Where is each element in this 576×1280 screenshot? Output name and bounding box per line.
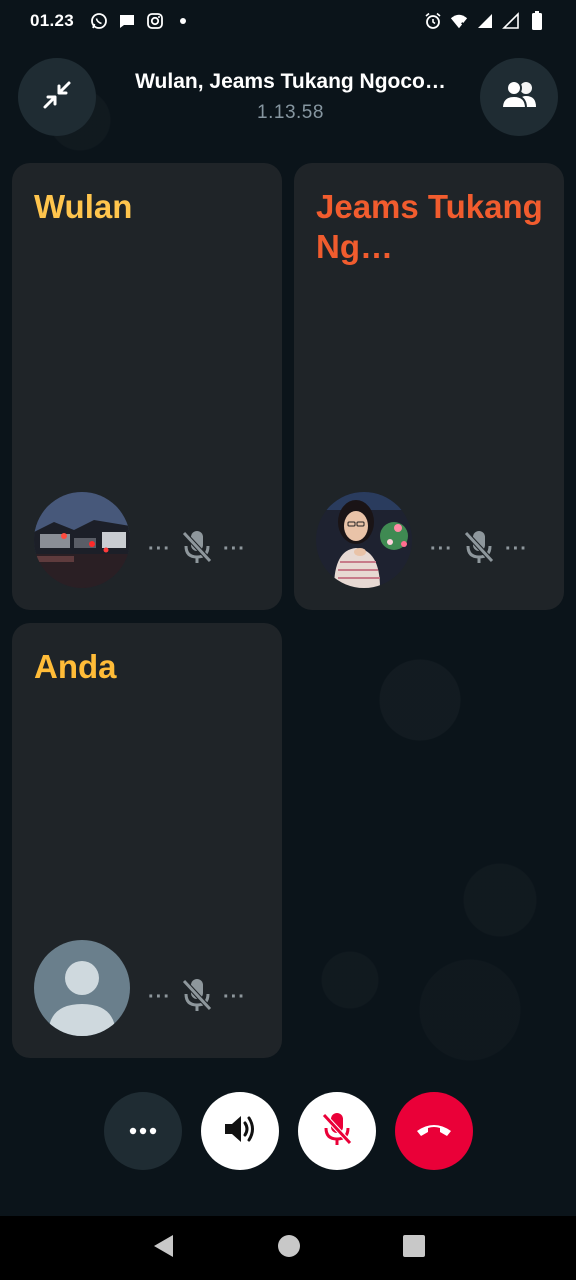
back-icon[interactable]	[151, 1233, 175, 1264]
system-navigation-bar	[0, 1216, 576, 1280]
recents-icon[interactable]	[403, 1234, 425, 1262]
mute-microphone-button[interactable]	[298, 1092, 376, 1170]
home-icon[interactable]	[277, 1234, 301, 1263]
hang-up-phone-icon	[414, 1119, 454, 1144]
signal-icon-2	[502, 12, 520, 30]
minimize-arrows-icon	[39, 77, 75, 118]
mic-off-icon	[461, 528, 497, 571]
participant-tile-jeams[interactable]: Jeams Tukang Ng… ··· ···	[294, 163, 564, 610]
default-avatar-icon	[34, 940, 130, 1036]
ellipsis-icon: ···	[222, 538, 246, 560]
ellipsis-icon: ···	[148, 986, 171, 1008]
speaker-button[interactable]	[201, 1092, 279, 1170]
mic-off-icon	[179, 976, 215, 1019]
status-time: 01.23	[30, 11, 75, 30]
ellipsis-icon: ···	[222, 986, 246, 1008]
mic-off-icon	[319, 1110, 355, 1153]
more-dots-icon	[128, 1122, 158, 1140]
participant-avatar	[316, 492, 412, 588]
call-controls	[0, 1092, 576, 1172]
participant-status: ··· ···	[148, 976, 246, 1019]
ellipsis-icon: ···	[430, 538, 453, 560]
participant-tile-wulan[interactable]: Wulan ··· ···	[12, 163, 282, 610]
dot-icon	[174, 12, 192, 30]
participant-name: Anda	[34, 648, 117, 685]
participant-name: Wulan	[34, 188, 133, 225]
wifi-icon	[450, 12, 468, 30]
participants-button[interactable]	[480, 58, 558, 136]
participant-avatar	[34, 492, 130, 588]
alarm-icon	[424, 12, 442, 30]
signal-icon	[476, 12, 494, 30]
participant-status: ··· ···	[148, 528, 246, 571]
message-icon	[118, 12, 136, 30]
mic-off-icon	[179, 528, 215, 571]
participant-tile-self[interactable]: Anda ··· ···	[12, 623, 282, 1058]
ellipsis-icon: ···	[148, 538, 171, 560]
call-title: Wulan, Jeams Tukang Ngoco…	[135, 70, 446, 93]
status-bar: 01.23	[0, 0, 576, 42]
group-icon	[499, 79, 539, 116]
call-duration: 1.13.58	[257, 102, 324, 123]
participant-name: Jeams Tukang Ng…	[316, 188, 543, 265]
speaker-icon	[222, 1113, 258, 1150]
ellipsis-icon: ···	[504, 538, 528, 560]
battery-icon	[528, 11, 546, 30]
call-header: Wulan, Jeams Tukang Ngoco… 1.13.58	[0, 56, 576, 136]
participant-status: ··· ···	[430, 528, 528, 571]
more-options-button[interactable]	[104, 1092, 182, 1170]
end-call-button[interactable]	[395, 1092, 473, 1170]
whatsapp-icon	[90, 12, 108, 30]
minimize-call-button[interactable]	[18, 58, 96, 136]
instagram-icon	[146, 12, 164, 30]
